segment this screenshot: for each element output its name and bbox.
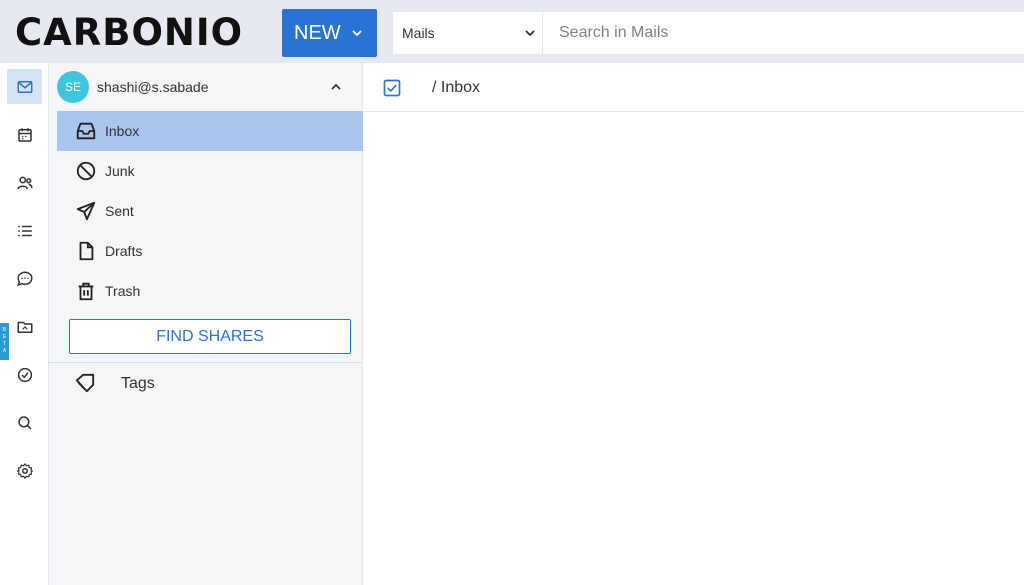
- list-header: / Inbox: [364, 63, 1024, 112]
- drafts-icon: [79, 241, 94, 261]
- chevron-down-icon: [525, 30, 535, 37]
- module-select-value: Mails: [402, 25, 435, 41]
- new-button[interactable]: NEW: [282, 9, 377, 57]
- search-input[interactable]: Search in Mails: [543, 12, 1024, 54]
- tasks-module-button[interactable]: [7, 357, 42, 392]
- list-module-button[interactable]: [7, 213, 42, 248]
- message-list-panel: / Inbox: [364, 63, 1024, 585]
- new-button-label: NEW: [294, 21, 341, 44]
- chevron-down-icon: [352, 30, 362, 37]
- gear-icon: [16, 462, 33, 479]
- folder-sent[interactable]: Sent: [57, 191, 363, 231]
- select-all-checkbox-icon[interactable]: [382, 78, 402, 98]
- contacts-icon: [17, 176, 32, 189]
- folder-label: Trash: [105, 283, 141, 299]
- sent-icon: [76, 201, 96, 221]
- junk-icon: [76, 161, 96, 181]
- mail-module-button[interactable]: [7, 69, 42, 104]
- search-placeholder: Search in Mails: [559, 24, 669, 41]
- tags-label: Tags: [121, 375, 155, 392]
- chevron-up-icon[interactable]: [330, 81, 342, 93]
- breadcrumb: / Inbox: [432, 79, 481, 96]
- contacts-module-button[interactable]: [7, 165, 42, 200]
- folder-label: Inbox: [105, 123, 140, 139]
- tags-section[interactable]: Tags: [49, 363, 363, 405]
- chat-module-button[interactable]: [7, 261, 42, 296]
- settings-module-button[interactable]: [7, 453, 42, 488]
- mail-icon: [17, 80, 32, 93]
- inbox-icon: [76, 122, 96, 140]
- folder-trash[interactable]: Trash: [57, 271, 363, 311]
- tag-icon: [75, 373, 95, 393]
- search-module-button[interactable]: [7, 405, 42, 440]
- chat-icon: [16, 270, 33, 286]
- find-shares-button[interactable]: FIND SHARES: [69, 319, 351, 354]
- files-module-button[interactable]: [7, 309, 42, 344]
- account-name: shashi@s.sabade: [97, 79, 209, 95]
- folder-inbox[interactable]: Inbox: [57, 111, 363, 151]
- folder-label: Sent: [105, 203, 134, 219]
- files-icon: [17, 321, 32, 333]
- trash-icon: [78, 282, 94, 301]
- account-header[interactable]: SE shashi@s.sabade: [49, 63, 363, 111]
- carbonio-logo[interactable]: CARBONIO: [15, 10, 243, 54]
- folder-label: Junk: [105, 163, 135, 179]
- beta-badge: BETA: [0, 323, 9, 360]
- search-icon: [17, 415, 32, 430]
- folder-panel: SE shashi@s.sabade Inbox Junk Sent Draft…: [49, 63, 363, 585]
- tasks-icon: [17, 367, 32, 382]
- avatar: SE: [57, 71, 89, 103]
- calendar-icon: [17, 127, 32, 142]
- folder-junk[interactable]: Junk: [57, 151, 363, 191]
- folder-drafts[interactable]: Drafts: [57, 231, 363, 271]
- calendar-module-button[interactable]: [7, 117, 42, 152]
- module-select[interactable]: Mails: [393, 12, 542, 54]
- list-icon: [17, 225, 32, 236]
- module-rail: BETA: [0, 63, 49, 585]
- folder-label: Drafts: [105, 243, 143, 259]
- find-shares-label: FIND SHARES: [156, 327, 264, 345]
- top-bar: CARBONIO NEW Mails Search in Mails: [0, 0, 1024, 63]
